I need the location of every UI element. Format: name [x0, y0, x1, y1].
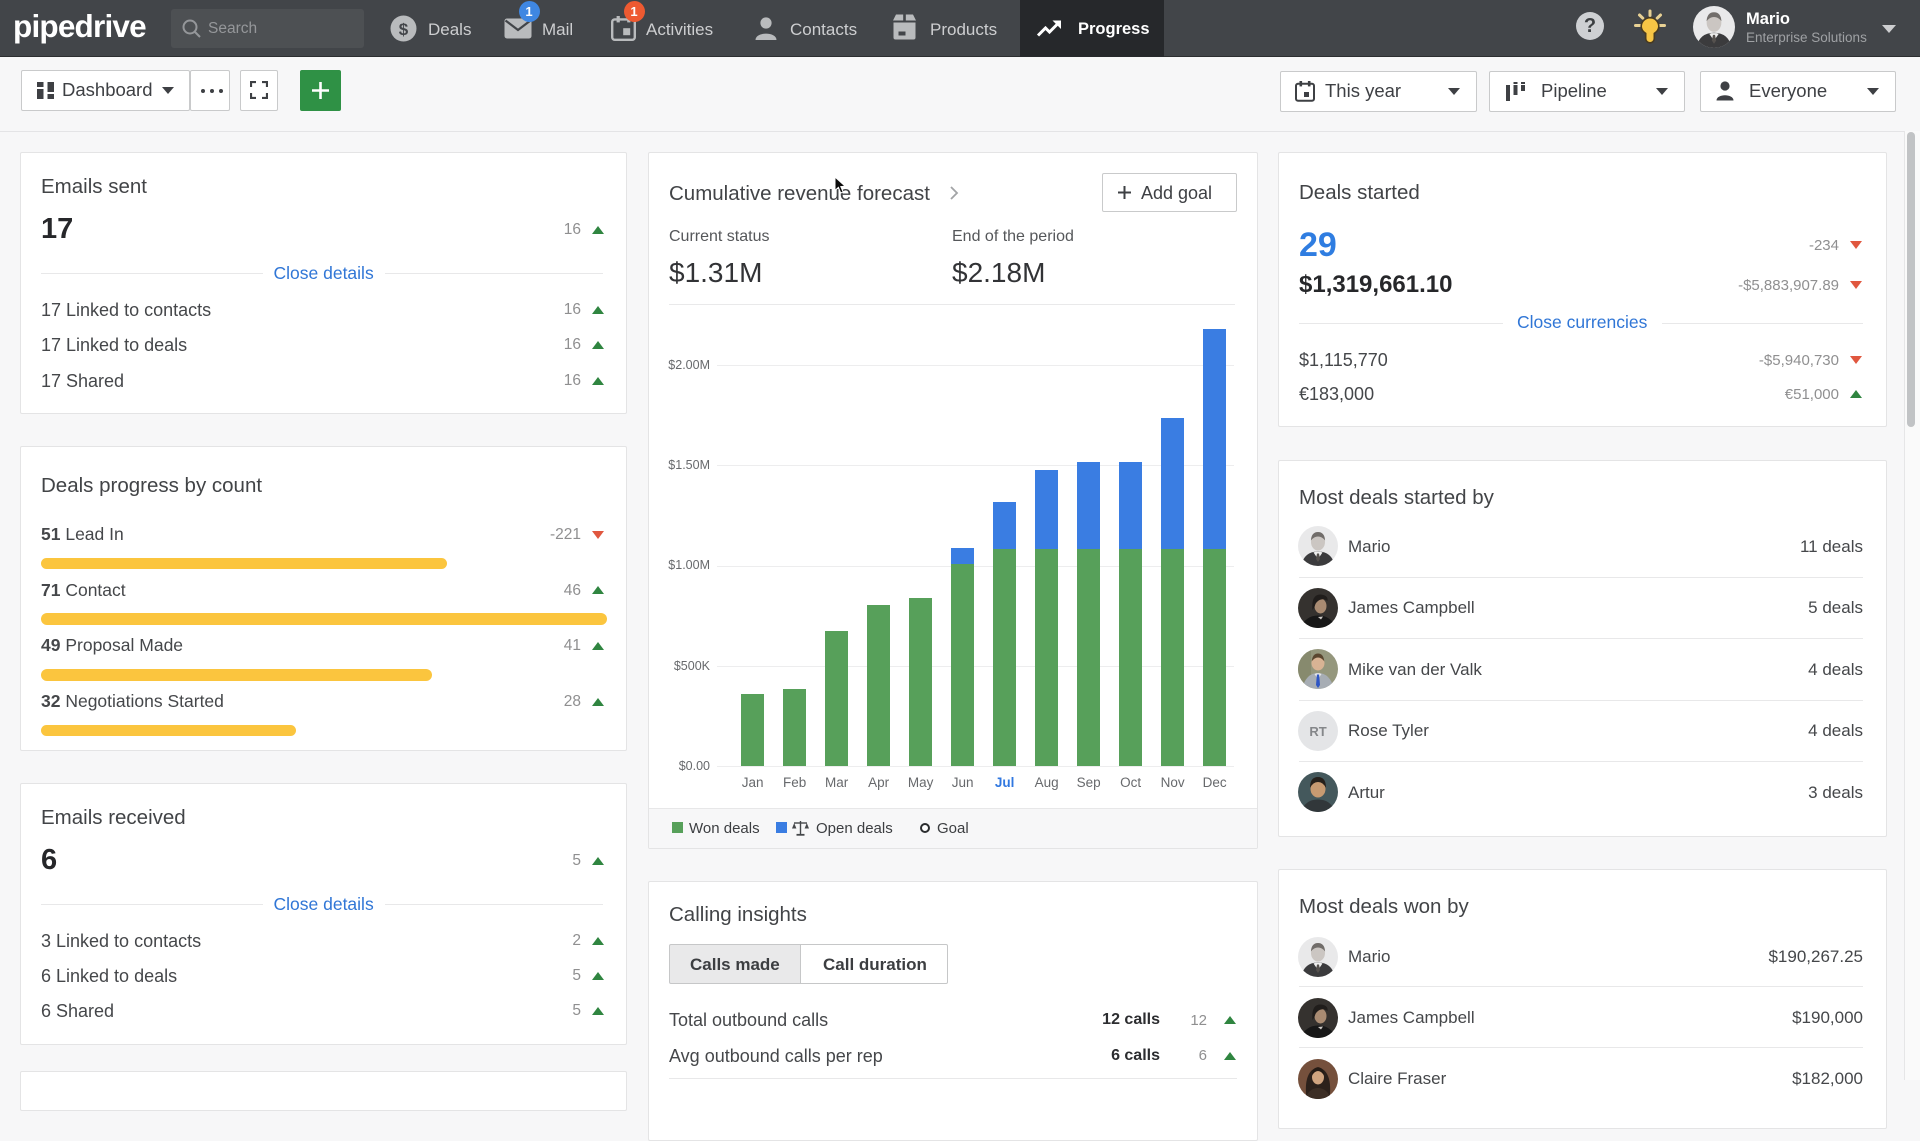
svg-text:RT: RT [1309, 723, 1326, 738]
svg-text:$: $ [399, 20, 409, 39]
